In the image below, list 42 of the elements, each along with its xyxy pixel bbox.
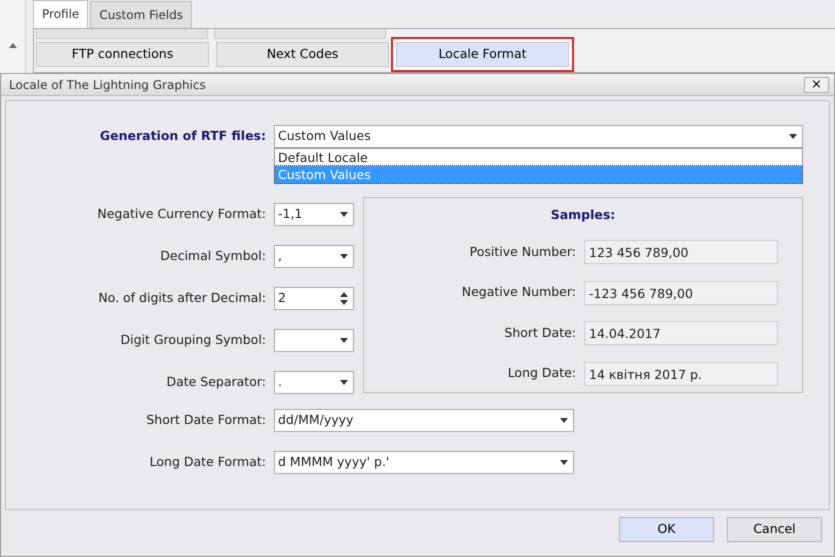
sample-label: Negative Number: [460, 283, 577, 302]
sample-value: 123 456 789,00 [584, 240, 778, 264]
field-label: Digit Grouping Symbol: [119, 330, 267, 349]
field-label: No. of digits after Decimal: [97, 288, 267, 307]
spin-field[interactable]: 2 [274, 286, 354, 310]
toolbar-button[interactable]: FTP connections [36, 42, 209, 67]
field-label: Negative Currency Format: [96, 204, 267, 223]
toolbar-button[interactable]: Next Codes [216, 42, 389, 67]
cancel-button[interactable]: Cancel [727, 517, 822, 542]
field-label: Generation of RTF files: [98, 127, 267, 146]
dropdown-field[interactable] [274, 328, 354, 352]
close-button[interactable]: × [804, 76, 829, 92]
dialog-title: Locale of The Lightning Graphics [9, 76, 206, 94]
tab[interactable]: Custom Fields [90, 1, 192, 28]
dropdown-field[interactable]: d MMMM yyyy' p.' [274, 450, 574, 474]
sample-label: Positive Number: [468, 242, 577, 261]
spin-arrows-icon[interactable] [340, 292, 348, 304]
field-label: Long Date Format: [148, 452, 267, 471]
dropdown-field[interactable]: Custom Values [274, 125, 803, 148]
samples-title: Samples: [550, 206, 616, 224]
dropdown-field[interactable]: dd/MM/yyyy [274, 408, 574, 432]
dropdown-caret-icon [340, 338, 348, 342]
dropdown-caret-icon [340, 212, 348, 216]
field-label: Short Date Format: [145, 410, 267, 429]
sample-label: Short Date: [503, 324, 577, 342]
dropdown-caret-icon [340, 254, 348, 258]
sample-label: Long Date: [506, 364, 577, 382]
sample-value: 14.04.2017 [584, 321, 778, 345]
dropdown-option[interactable]: Default Locale [275, 149, 802, 166]
sample-value: -123 456 789,00 [584, 280, 778, 304]
ok-button[interactable]: OK [619, 517, 714, 542]
sample-value: 14 квітня 2017 р. [584, 362, 778, 386]
dropdown-field[interactable]: . [274, 370, 354, 394]
field-label: Decimal Symbol: [159, 246, 267, 265]
tab[interactable]: Profile [33, 0, 88, 28]
dropdown-field[interactable]: -1,1 [274, 202, 354, 226]
dropdown-caret-icon [340, 380, 348, 384]
dropdown-caret-icon [789, 134, 797, 139]
dropdown-field[interactable]: , [274, 244, 354, 268]
dropdown-caret-icon [560, 418, 568, 422]
dropdown-caret-icon [560, 460, 568, 464]
field-label: Date Separator: [165, 372, 267, 391]
